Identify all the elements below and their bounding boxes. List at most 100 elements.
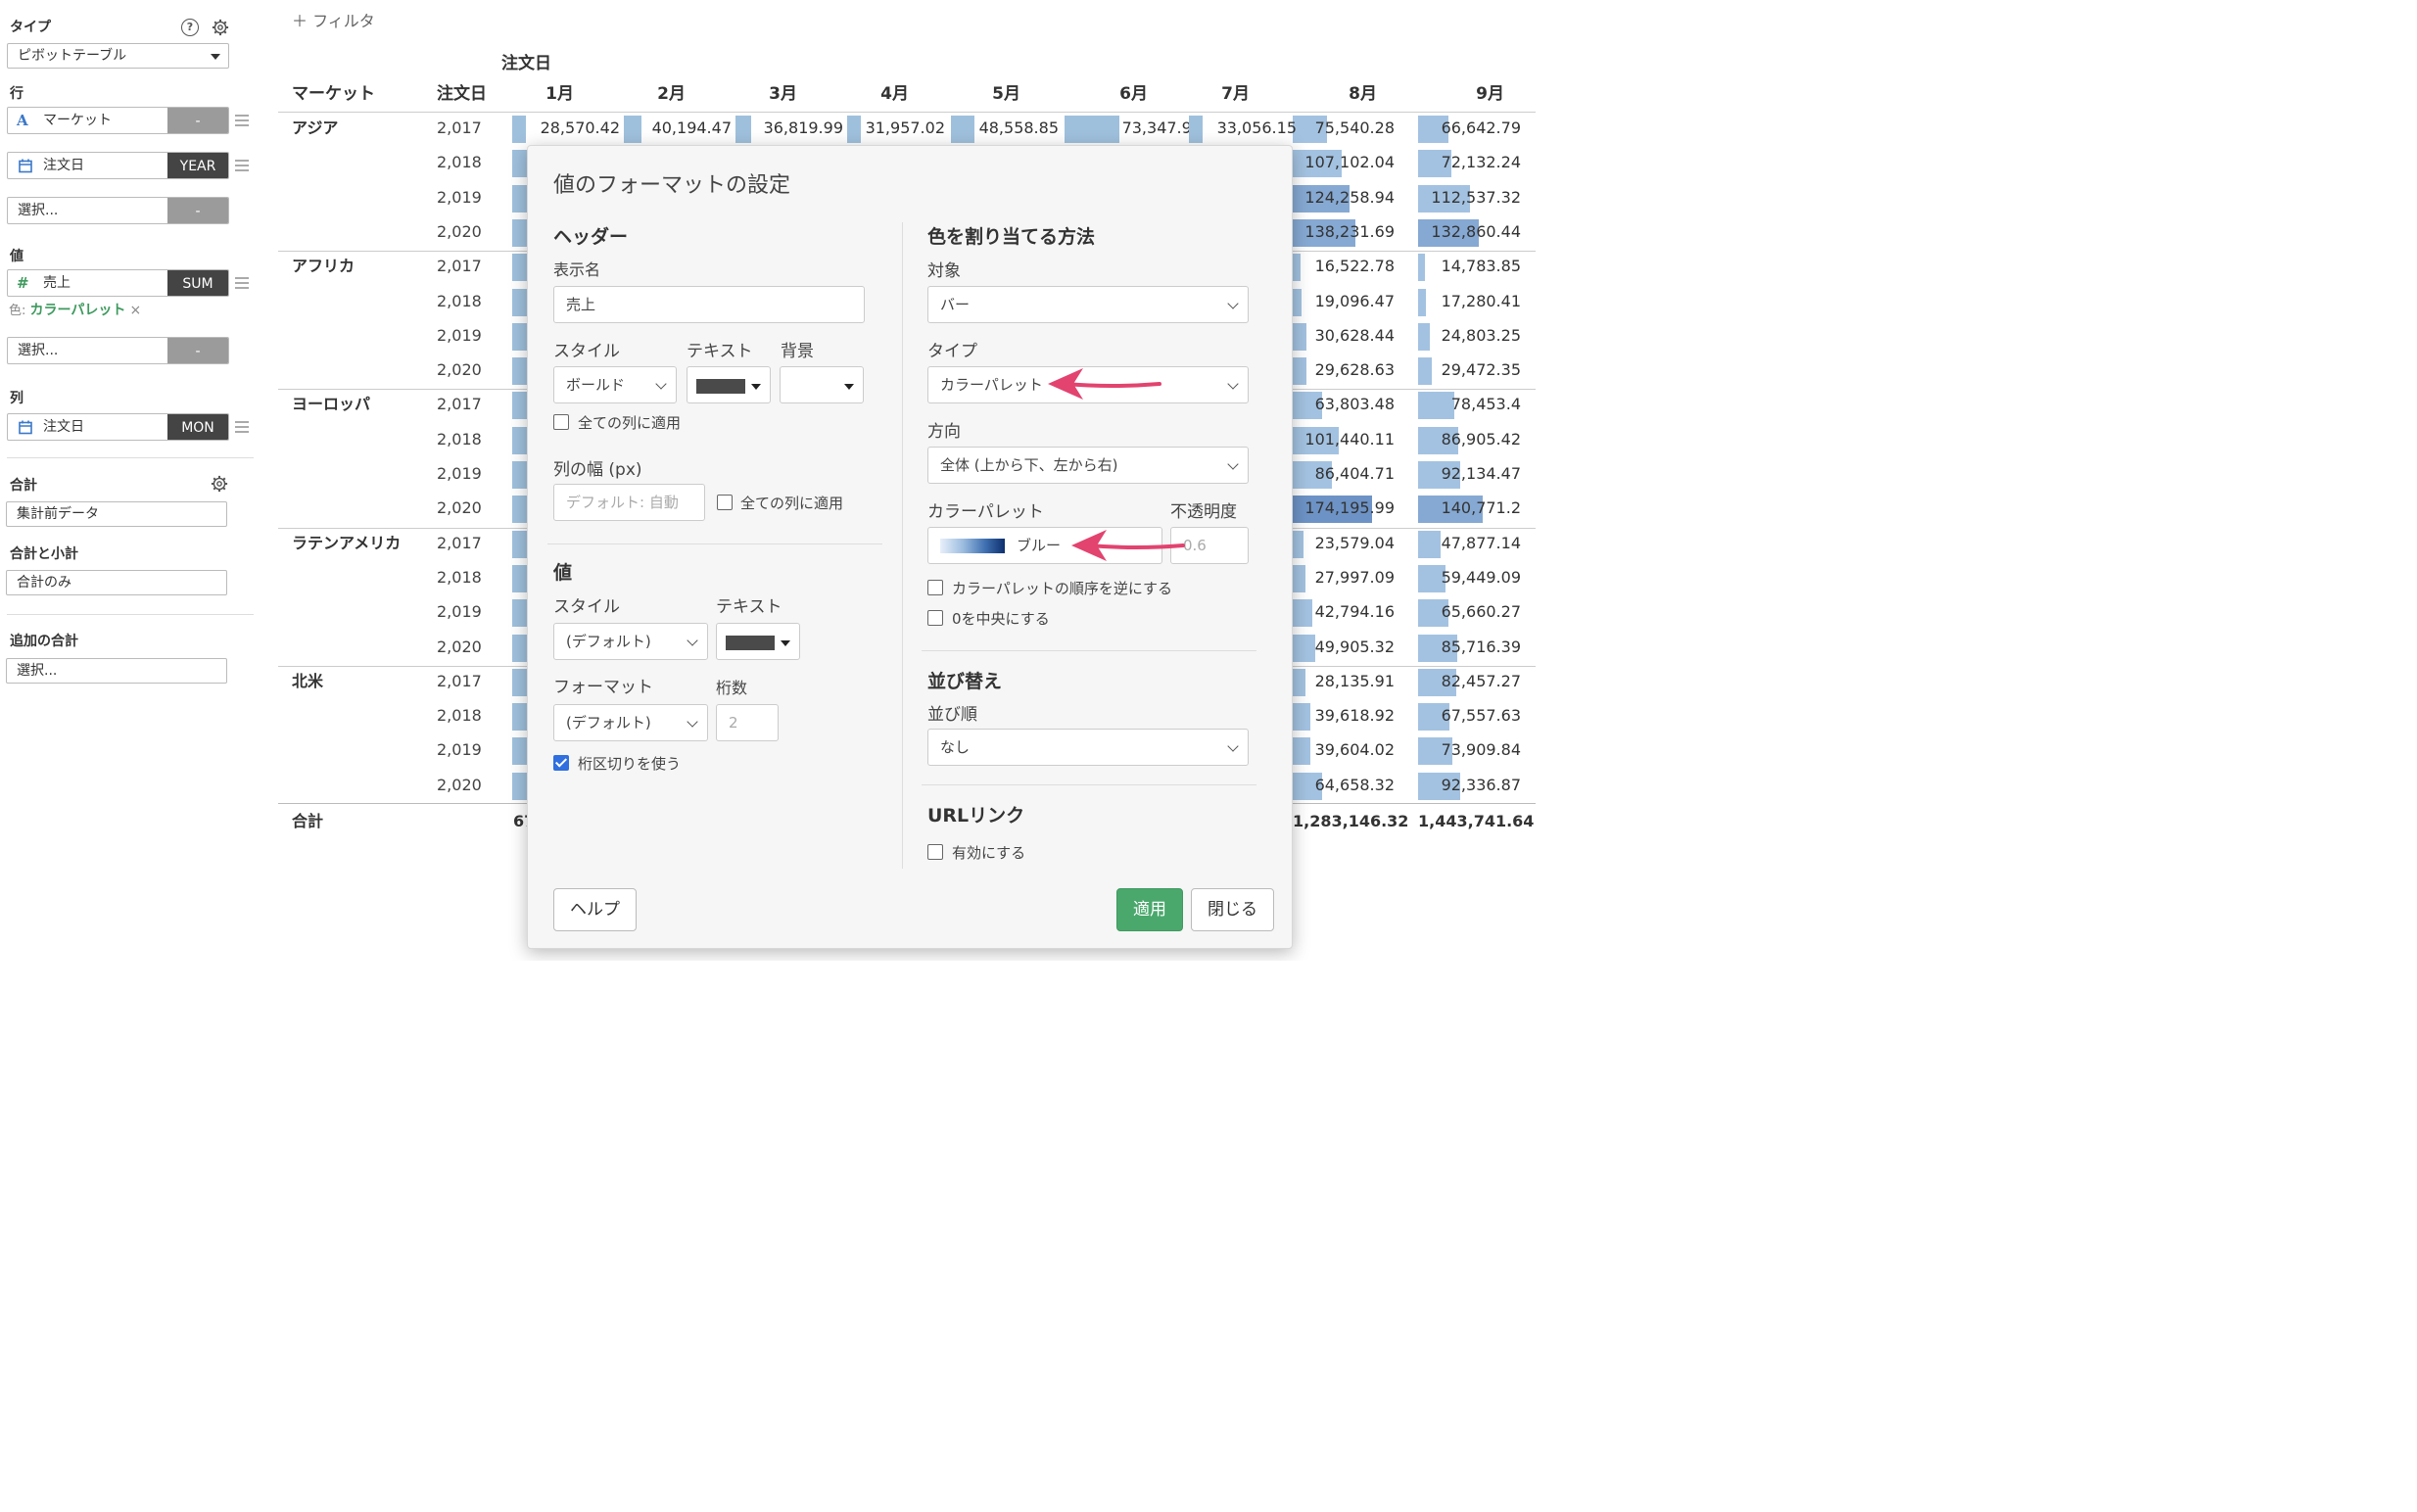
zero-center-checkbox[interactable] xyxy=(927,610,943,626)
chart-type-value: ピボットテーブル xyxy=(18,48,127,64)
year-cell: 2,017 xyxy=(437,395,482,414)
help-icon[interactable]: ? xyxy=(181,19,199,36)
close-button[interactable]: 閉じる xyxy=(1191,888,1274,931)
row-header-orderdate: 注文日 xyxy=(437,84,487,104)
value-cell: 86,905.42 xyxy=(1441,429,1521,449)
value-cell: 64,658.32 xyxy=(1314,775,1395,794)
year-cell: 2,018 xyxy=(437,153,482,172)
reverse-palette-label: カラーパレットの順序を逆にする xyxy=(952,580,1173,597)
value-cell: 28,135.91 xyxy=(1314,671,1395,690)
year-cell: 2,020 xyxy=(437,775,482,794)
drag-handle-icon[interactable] xyxy=(235,277,249,292)
month-header: 7月 xyxy=(1221,84,1250,104)
color-section-title: 色を割り当てる方法 xyxy=(927,226,1096,248)
direction-select[interactable]: 全体 (上から下、左から右) xyxy=(927,447,1249,484)
data-bar xyxy=(512,496,528,524)
row-field-market[interactable]: A マーケット - xyxy=(7,107,229,134)
sort-order-select[interactable]: なし xyxy=(927,729,1249,766)
value-cell: 29,628.63 xyxy=(1314,360,1395,380)
value-cell: 75,540.28 xyxy=(1314,118,1395,137)
blue-palette-swatch xyxy=(940,539,1005,553)
column-field-label: 注文日 xyxy=(43,419,84,435)
value-cell: 101,440.11 xyxy=(1304,429,1395,449)
sort-order-value: なし xyxy=(940,738,971,756)
data-bar xyxy=(512,426,528,454)
target-select[interactable]: バー xyxy=(927,286,1249,323)
value-cell: 29,472.35 xyxy=(1441,360,1521,380)
color-palette-link[interactable]: カラーパレット xyxy=(30,303,126,318)
row-field-function-button[interactable]: YEAR xyxy=(167,153,228,178)
thousands-separator-checkbox[interactable] xyxy=(553,755,569,771)
drag-handle-icon[interactable] xyxy=(235,160,249,174)
year-cell: 2,019 xyxy=(437,325,482,345)
value-field-select[interactable]: 選択... - xyxy=(7,337,229,364)
divider xyxy=(7,614,254,615)
gear-icon[interactable] xyxy=(212,19,229,36)
url-enable-label: 有効にする xyxy=(952,844,1026,862)
data-bar xyxy=(512,737,528,766)
header-style-value: ボールド xyxy=(566,376,626,394)
value-field-sales[interactable]: # 売上 SUM xyxy=(7,269,229,297)
chart-settings-sidebar: タイプ ? ピボットテーブル 行 A マーケット - 注文日 YEAR 選択..… xyxy=(0,0,262,961)
total-select[interactable]: 集計前データ xyxy=(6,501,227,527)
apply-button[interactable]: 適用 xyxy=(1116,888,1183,931)
row-field-orderdate[interactable]: 注文日 YEAR xyxy=(7,152,229,179)
extra-total-select[interactable]: 選択... xyxy=(6,658,227,684)
value-cell: 17,280.41 xyxy=(1441,291,1521,310)
value-select-function-button[interactable]: - xyxy=(167,338,228,363)
row-field-select[interactable]: 選択... - xyxy=(7,197,229,224)
value-cell: 140,771.2 xyxy=(1441,498,1521,518)
market-label: 北米 xyxy=(292,671,324,690)
url-enable-checkbox[interactable] xyxy=(927,844,943,860)
subtotal-value: 合計のみ xyxy=(17,575,71,591)
value-cell: 23,579.04 xyxy=(1314,533,1395,552)
month-header: 6月 xyxy=(1119,84,1148,104)
year-cell: 2,017 xyxy=(437,671,482,690)
header-bg-color-picker[interactable] xyxy=(780,366,864,403)
value-cell: 30,628.44 xyxy=(1314,325,1395,345)
column-field-function-button[interactable]: MON xyxy=(167,414,228,440)
annotation-arrow-icon xyxy=(1071,530,1185,561)
thousands-separator-label: 桁区切りを使う xyxy=(578,755,682,773)
value-field-function-button[interactable]: SUM xyxy=(167,270,228,296)
gear-icon[interactable] xyxy=(211,475,228,493)
help-button[interactable]: ヘルプ xyxy=(553,888,637,931)
data-bar xyxy=(512,288,528,316)
total-label: 合計 xyxy=(10,478,37,494)
drag-handle-icon[interactable] xyxy=(235,115,249,129)
subtotal-select[interactable]: 合計のみ xyxy=(6,570,227,595)
header-section-title: ヘッダー xyxy=(553,226,629,248)
drag-handle-icon[interactable] xyxy=(235,421,249,436)
format-select[interactable]: (デフォルト) xyxy=(553,704,708,741)
column-field-orderdate[interactable]: 注文日 MON xyxy=(7,413,229,441)
column-width-input[interactable]: デフォルト: 自動 xyxy=(553,484,705,521)
digits-input[interactable]: 2 xyxy=(716,704,779,741)
row-select-function-button[interactable]: - xyxy=(167,198,228,223)
value-cell: 14,783.85 xyxy=(1441,257,1521,276)
color-swatch xyxy=(696,379,745,394)
value-style-select[interactable]: (デフォルト) xyxy=(553,623,708,660)
header-style-select[interactable]: ボールド xyxy=(553,366,677,403)
add-filter-button[interactable]: ＋ フィルタ xyxy=(292,12,375,31)
display-name-input[interactable]: 売上 xyxy=(553,286,865,323)
data-bar xyxy=(512,357,528,386)
data-bar xyxy=(512,668,528,696)
reverse-palette-checkbox[interactable] xyxy=(927,580,943,595)
value-text-color-picker[interactable] xyxy=(716,623,800,660)
row-field-function-button[interactable]: - xyxy=(167,108,228,133)
text-type-icon: A xyxy=(17,112,28,129)
divider xyxy=(922,650,1256,651)
value-cell: 59,449.09 xyxy=(1441,567,1521,587)
calendar-icon xyxy=(19,420,32,435)
value-cell: 107,102.04 xyxy=(1304,153,1395,172)
chart-type-select[interactable]: ピボットテーブル xyxy=(7,43,229,69)
value-cell: 73,347.93 xyxy=(1121,118,1202,137)
value-cell: 65,660.27 xyxy=(1441,602,1521,622)
width-apply-all-checkbox[interactable] xyxy=(717,495,733,510)
caret-down-icon xyxy=(844,384,854,390)
header-text-color-picker[interactable] xyxy=(687,366,771,403)
header-apply-all-checkbox[interactable] xyxy=(553,414,569,430)
value-style-value: (デフォルト) xyxy=(566,633,651,650)
remove-color-icon[interactable]: × xyxy=(130,303,142,318)
value-cell: 36,819.99 xyxy=(763,118,843,137)
